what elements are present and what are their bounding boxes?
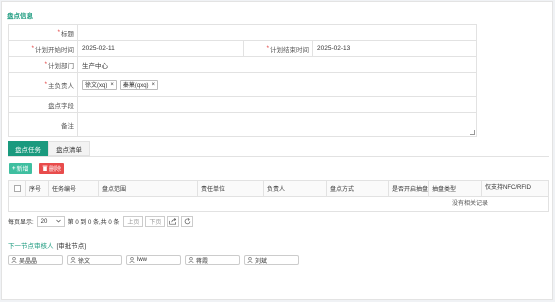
tab-divider (8, 156, 549, 157)
title-input[interactable] (78, 25, 477, 40)
add-button-label: 新增 (16, 167, 29, 173)
main-panel: 盘点信息 * 标题 * 计划开始时间 2025-02-11 * 计划结束时间 2025… (1, 1, 553, 300)
column-header[interactable]: 盘点方式 (327, 181, 389, 196)
title-label-cell: * 标题 (9, 25, 78, 40)
form-row-owner: * 主负责人 徐文(xq) × 秦菓(qxq) × (9, 73, 477, 97)
refresh-icon[interactable] (181, 216, 194, 227)
column-header[interactable]: 序号 (26, 181, 49, 196)
pagination: 每页显示: 20 第 0 到 0 条,共 0 条 上页 下页 (8, 216, 194, 227)
owner-tag: 徐文(xq) × (82, 79, 117, 90)
owner-tag-label: 秦菓(qxq) (122, 83, 149, 89)
required-mark: * (31, 45, 34, 52)
per-page-select[interactable]: 20 (36, 216, 65, 227)
approver-chip[interactable]: 蒋霞 (185, 255, 240, 265)
approver-name: lww (137, 257, 147, 263)
delete-button-label: 删除 (49, 167, 62, 173)
field-label-cell: 盘点字段 (9, 97, 78, 112)
dept-label-cell: * 计划部门 (9, 57, 78, 72)
select-all-checkbox[interactable] (13, 185, 21, 192)
form-row-title: * 标题 (9, 25, 477, 41)
required-mark: * (44, 61, 47, 68)
user-icon (129, 257, 135, 263)
per-page-value: 20 (40, 218, 48, 225)
approver-name: 徐文 (78, 258, 91, 265)
title-label: 标题 (61, 30, 74, 38)
plan-end-input[interactable]: 2025-02-13 (313, 41, 477, 56)
tab-bar: 盘点任务 盘点清单 (8, 141, 90, 156)
remark-label: 备注 (61, 122, 74, 130)
trash-icon (42, 165, 48, 173)
plan-start-label: 计划开始时间 (35, 46, 74, 54)
tab-list[interactable]: 盘点清单 (48, 141, 90, 156)
owner-select[interactable]: 徐文(xq) × 秦菓(qxq) × (78, 73, 477, 96)
approver-name: 刘斌 (255, 258, 268, 265)
column-header[interactable]: 是否开启抽盘 (389, 181, 429, 196)
next-approver-label: 下一节点审核人 (8, 243, 54, 250)
approver-name: 吴晶晶 (19, 258, 38, 265)
approver-chip[interactable]: lww (126, 255, 181, 265)
add-button[interactable]: + 新增 (9, 163, 32, 174)
prev-page-button[interactable]: 上页 (123, 216, 144, 227)
remove-tag-icon[interactable]: × (152, 82, 156, 88)
next-approver-title: 下一节点审核人 [审批节点] (8, 240, 86, 250)
user-icon (70, 257, 76, 263)
required-mark: * (57, 29, 60, 36)
plan-end-label: 计划结束时间 (270, 46, 309, 54)
task-table: 序号 任务编号 盘点范围 责任单位 负责人 盘点方式 是否开启抽盘 抽盘类型 仅… (8, 180, 549, 212)
form-row-remark: 备注 (9, 113, 477, 137)
export-icon[interactable] (167, 216, 180, 227)
remark-label-cell: 备注 (9, 113, 78, 136)
column-header[interactable]: 任务编号 (49, 181, 99, 196)
tab-tasks[interactable]: 盘点任务 (8, 141, 48, 156)
approval-node-note: [审批节点] (56, 243, 87, 250)
owner-label: 主负责人 (48, 82, 74, 90)
user-icon (247, 257, 253, 263)
approver-list: 吴晶晶 徐文 lww 蒋霞 刘斌 (8, 255, 303, 265)
column-header[interactable]: 仅支持NFC/RFID (482, 181, 548, 196)
plan-end-label-cell: * 计划结束时间 (244, 41, 313, 56)
empty-message: 没有相关记录 (452, 201, 489, 207)
chevron-down-icon (55, 219, 61, 225)
next-page-button[interactable]: 下页 (145, 216, 166, 227)
approver-name: 蒋霞 (196, 258, 209, 265)
form-row-dept: * 计划部门 生产中心 (9, 57, 477, 73)
field-input[interactable] (78, 97, 477, 112)
required-mark: * (266, 45, 269, 52)
form-row-dates: * 计划开始时间 2025-02-11 * 计划结束时间 2025-02-13 (9, 41, 477, 57)
remove-tag-icon[interactable]: × (110, 82, 114, 88)
owner-tag-label: 徐文(xq) (85, 83, 108, 89)
plan-start-label-cell: * 计划开始时间 (9, 41, 78, 56)
page-info: 第 0 到 0 条,共 0 条 (67, 220, 120, 226)
field-label: 盘点字段 (48, 102, 74, 110)
approver-chip[interactable]: 吴晶晶 (8, 255, 63, 265)
info-form: * 标题 * 计划开始时间 2025-02-11 * 计划结束时间 2025-02-1… (8, 24, 477, 137)
user-icon (188, 257, 194, 263)
dept-label: 计划部门 (48, 62, 74, 70)
dept-value[interactable]: 生产中心 (78, 57, 477, 72)
select-all-cell (9, 181, 26, 196)
approver-chip[interactable]: 刘斌 (244, 255, 299, 265)
user-icon (11, 257, 17, 263)
section-title: 盘点信息 (7, 13, 33, 20)
column-header[interactable]: 盘点范围 (99, 181, 198, 196)
required-mark: * (44, 81, 47, 88)
owner-label-cell: * 主负责人 (9, 73, 78, 96)
remark-textarea[interactable] (78, 113, 477, 136)
resize-handle-icon[interactable] (470, 130, 475, 135)
form-row-field: 盘点字段 (9, 97, 477, 113)
table-header: 序号 任务编号 盘点范围 责任单位 负责人 盘点方式 是否开启抽盘 抽盘类型 仅… (9, 181, 548, 197)
column-header[interactable]: 抽盘类型 (429, 181, 482, 196)
plan-start-input[interactable]: 2025-02-11 (78, 41, 244, 56)
owner-tag: 秦菓(qxq) × (119, 79, 159, 90)
plus-icon: + (12, 165, 16, 172)
column-header[interactable]: 负责人 (264, 181, 327, 196)
delete-button[interactable]: 删除 (39, 163, 65, 174)
approver-chip[interactable]: 徐文 (67, 255, 122, 265)
per-page-label: 每页显示: (8, 220, 34, 226)
column-header[interactable]: 责任单位 (198, 181, 264, 196)
